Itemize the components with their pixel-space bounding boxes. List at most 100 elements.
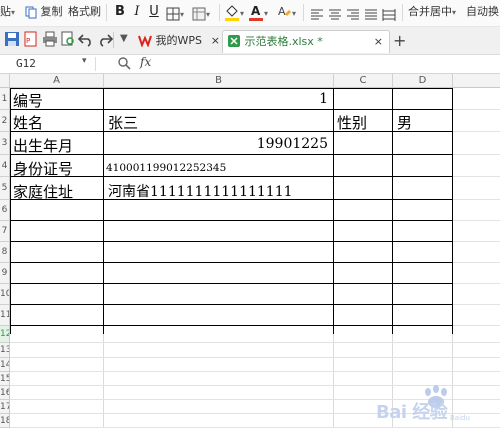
copy-label: 复制 xyxy=(40,5,63,18)
format-painter-button[interactable]: 格式刷 xyxy=(68,0,101,24)
cell-a3[interactable]: 出生年月 xyxy=(13,135,73,156)
bold-button[interactable]: B xyxy=(113,2,127,22)
quick-access-dropdown-icon[interactable]: ▼ xyxy=(120,33,128,44)
print-icon[interactable] xyxy=(42,31,58,47)
italic-button[interactable]: I xyxy=(131,2,143,22)
align-right-button[interactable] xyxy=(346,3,360,27)
cell-b3[interactable]: 19901225 xyxy=(104,136,328,152)
tab-spreadsheet[interactable]: 示范表格.xlsx * × xyxy=(222,30,390,53)
align-center-button[interactable] xyxy=(328,3,342,27)
cell-a2[interactable]: 姓名 xyxy=(13,112,43,133)
paste-label: 贴 xyxy=(0,5,11,18)
column-header-a[interactable]: A xyxy=(10,74,104,88)
row-header[interactable]: 10 xyxy=(0,284,10,305)
table-border xyxy=(392,88,393,334)
borders-button[interactable]: ▾ xyxy=(166,2,184,26)
merge-center-button[interactable]: 合并居中▾ xyxy=(408,0,456,24)
row-header[interactable]: 4 xyxy=(0,155,10,177)
row-header[interactable]: 17 xyxy=(0,400,10,414)
table-border xyxy=(10,304,453,305)
row-header[interactable]: 12 xyxy=(0,326,10,343)
row-header[interactable]: 3 xyxy=(0,132,10,155)
chevron-down-icon: ▾ xyxy=(292,9,297,18)
underline-button[interactable]: U xyxy=(147,2,161,22)
formula-bar: G12 ▾ fx xyxy=(0,55,500,74)
borders-icon xyxy=(166,7,180,21)
fill-color-button[interactable]: ▾ xyxy=(224,1,244,25)
undo-icon[interactable] xyxy=(78,31,94,47)
align-center-icon xyxy=(329,9,341,20)
align-right-icon xyxy=(347,9,359,20)
auto-wrap-label: 自动换 xyxy=(466,5,499,18)
auto-wrap-button[interactable]: 自动换 xyxy=(466,0,499,24)
search-icon[interactable] xyxy=(118,57,131,70)
cell-a4[interactable]: 身份证号 xyxy=(13,158,73,179)
spreadsheet-grid[interactable]: A B C D 123456789101112131415161718 编号 1… xyxy=(0,74,500,428)
gridline xyxy=(10,357,500,358)
close-icon[interactable]: × xyxy=(374,31,383,53)
table-border xyxy=(10,109,453,110)
font-color-icon: A xyxy=(249,4,263,21)
row-header[interactable]: 15 xyxy=(0,372,10,386)
row-header[interactable]: 2 xyxy=(0,110,10,132)
fx-button[interactable]: fx xyxy=(140,55,151,69)
justify-icon xyxy=(365,9,377,20)
chevron-down-icon: ▾ xyxy=(240,9,245,18)
row-header[interactable]: 9 xyxy=(0,263,10,284)
row-header[interactable]: 1 xyxy=(0,88,10,110)
distributed-align-button[interactable] xyxy=(382,3,396,27)
cell-b2[interactable]: 张三 xyxy=(108,112,138,133)
close-icon[interactable]: × xyxy=(211,30,220,52)
row-header[interactable]: 14 xyxy=(0,358,10,372)
chevron-down-icon: ▾ xyxy=(452,8,457,17)
row-header[interactable]: 8 xyxy=(0,242,10,263)
fill-pattern-button[interactable]: ▾ xyxy=(192,2,210,26)
cell-d2[interactable]: 男 xyxy=(397,112,412,133)
divider xyxy=(303,4,304,21)
gridline xyxy=(10,371,500,372)
pdf-export-icon[interactable]: P xyxy=(23,31,39,47)
row-header[interactable]: 5 xyxy=(0,177,10,200)
cell-b5[interactable]: 河南省1111111111111111 xyxy=(108,181,293,201)
tab-my-wps-label: 我的WPS xyxy=(155,34,203,47)
align-left-button[interactable] xyxy=(310,3,324,27)
row-header[interactable]: 11 xyxy=(0,305,10,326)
select-all-corner[interactable] xyxy=(0,74,10,88)
justify-button[interactable] xyxy=(364,3,378,27)
row-header[interactable]: 6 xyxy=(0,200,10,221)
row-header[interactable]: 13 xyxy=(0,343,10,358)
print-preview-icon[interactable] xyxy=(60,31,76,47)
clear-format-button[interactable]: A ▾ xyxy=(276,1,296,25)
formula-input[interactable] xyxy=(166,57,500,71)
save-icon[interactable] xyxy=(4,31,20,47)
table-border xyxy=(333,88,334,334)
row-header[interactable]: 18 xyxy=(0,414,10,428)
svg-text:P: P xyxy=(26,37,30,45)
table-border xyxy=(10,131,453,132)
cell-a1[interactable]: 编号 xyxy=(13,90,43,111)
row-header[interactable]: 16 xyxy=(0,386,10,400)
tab-my-wps[interactable]: 我的WPS × xyxy=(138,30,220,52)
divider xyxy=(106,4,107,21)
table-border xyxy=(10,154,453,155)
font-color-button[interactable]: A ▾ xyxy=(248,1,268,25)
svg-text:A: A xyxy=(278,5,286,18)
cell-b1[interactable]: 1 xyxy=(104,91,328,107)
column-header-b[interactable]: B xyxy=(104,74,334,88)
table-border xyxy=(10,241,453,242)
name-box[interactable]: G12 xyxy=(16,57,36,70)
new-tab-button[interactable]: + xyxy=(393,30,406,52)
redo-icon[interactable] xyxy=(97,31,113,47)
cell-a5[interactable]: 家庭住址 xyxy=(13,181,73,202)
paste-button[interactable]: 贴▾ xyxy=(0,0,15,24)
spreadsheet-file-icon xyxy=(228,35,240,47)
column-header-d[interactable]: D xyxy=(393,74,453,88)
column-header-e[interactable] xyxy=(453,74,500,88)
name-box-dropdown-icon[interactable]: ▾ xyxy=(82,56,87,66)
cell-c2[interactable]: 性别 xyxy=(337,112,367,133)
watermark-brand: Baidu xyxy=(450,414,470,422)
cell-b4[interactable]: 410001199012252345 xyxy=(106,162,226,174)
copy-button[interactable]: 复制 xyxy=(25,0,63,24)
row-header[interactable]: 7 xyxy=(0,221,10,242)
column-header-c[interactable]: C xyxy=(334,74,393,88)
